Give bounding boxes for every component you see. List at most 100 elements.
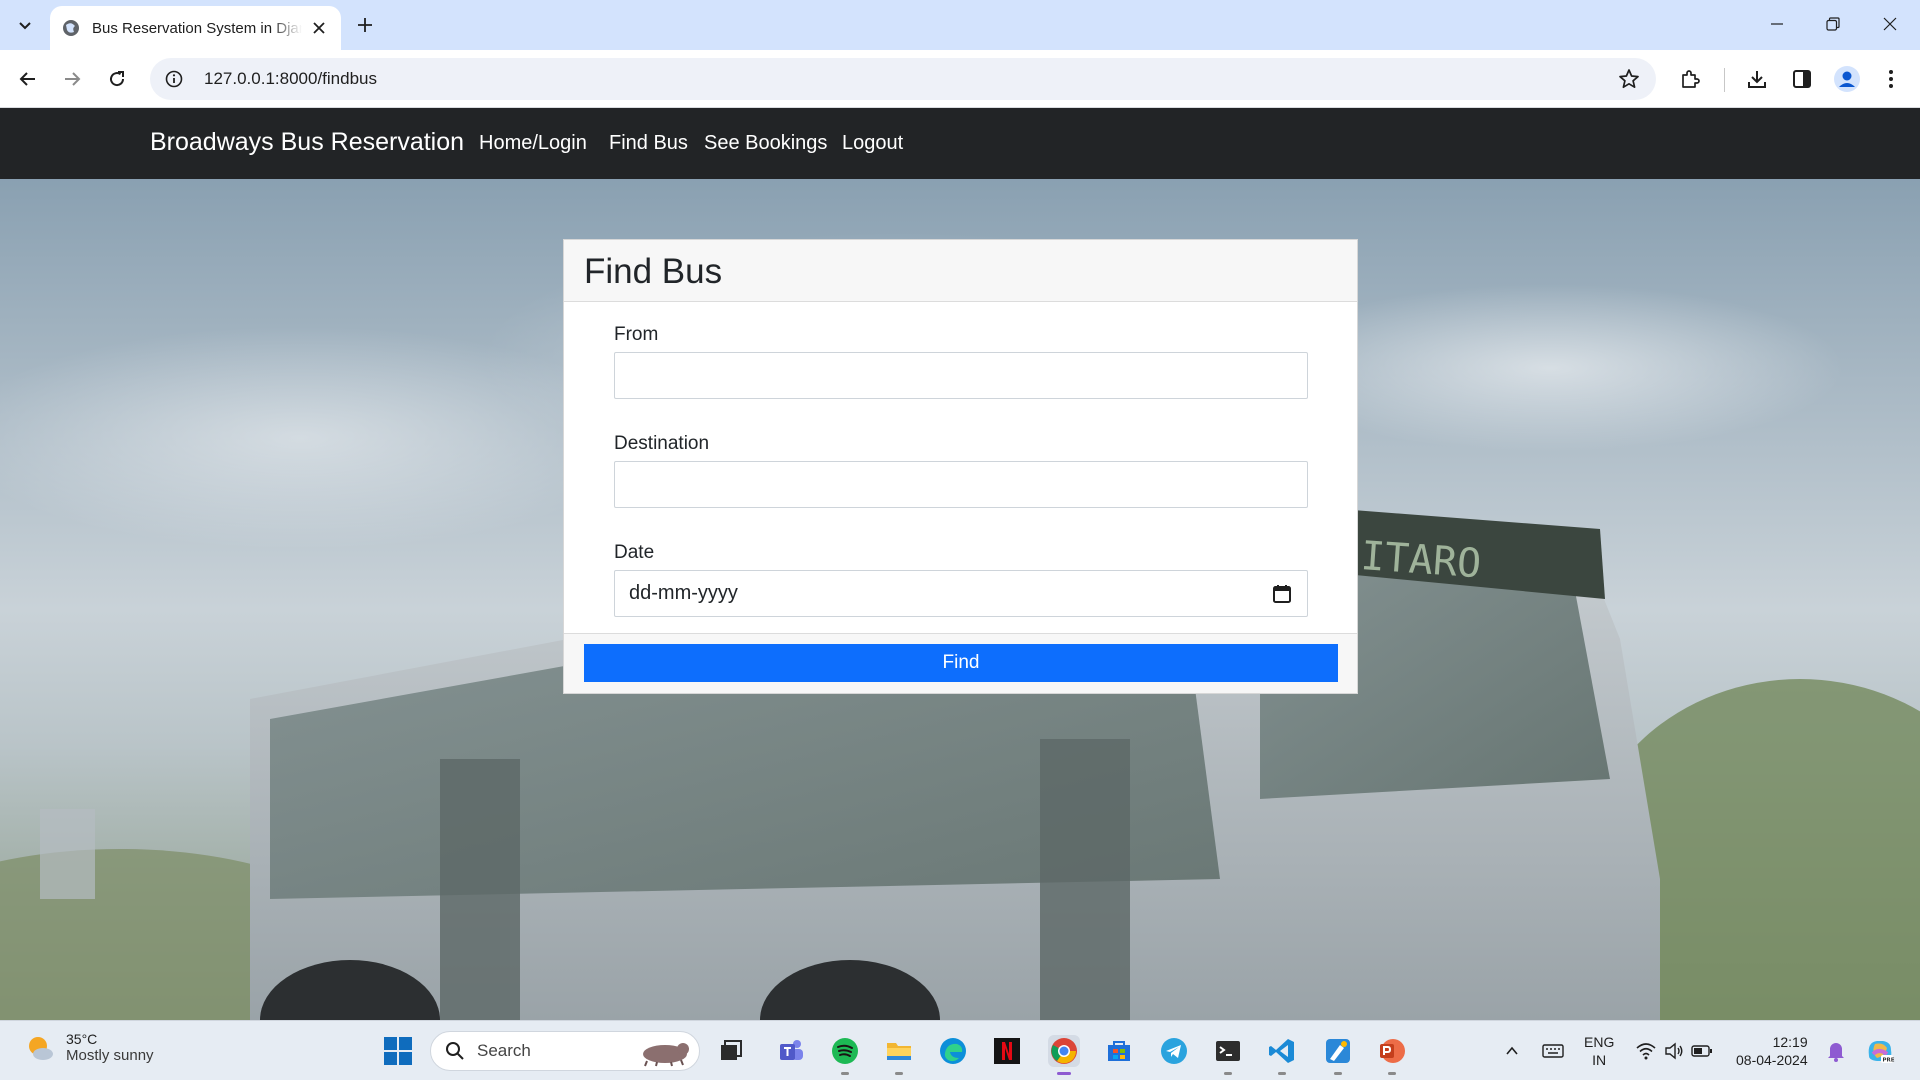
find-bus-form: From Destination Date dd-mm-yyyy [564,302,1357,633]
minimize-icon [1771,23,1783,25]
taskbar-search[interactable]: Search [430,1031,700,1071]
speaker-icon [1665,1042,1683,1060]
svg-text:ITARO: ITARO [1359,533,1482,587]
store-icon [1108,1041,1130,1061]
running-indicator [895,1072,903,1075]
close-window-button[interactable] [1868,8,1912,40]
side-panel-button[interactable] [1787,64,1817,94]
calendar-icon[interactable] [1271,583,1293,605]
language-indicator[interactable]: ENG IN [1584,1033,1614,1069]
vscode-icon [1269,1039,1294,1063]
site-navbar: Broadways Bus Reservation Home/Login Fin… [0,108,1920,179]
running-indicator [1278,1072,1286,1075]
running-indicator [1334,1072,1342,1075]
taskbar-file-explorer[interactable] [883,1035,915,1075]
tab-search-button[interactable] [8,10,42,40]
clock-time: 12:19 [1772,1034,1808,1050]
new-tab-button[interactable] [352,12,378,38]
region-code: IN [1592,1052,1607,1068]
windows-taskbar: 35°C Mostly sunny Search ENG IN 12:19 08… [0,1020,1920,1080]
tray-touch-keyboard[interactable] [1537,1035,1569,1067]
date-placeholder: dd-mm-yyyy [629,582,738,604]
restore-button[interactable] [1811,8,1855,40]
from-input[interactable] [614,352,1308,399]
taskbar-netflix[interactable] [991,1035,1023,1067]
taskbar-task-view[interactable] [715,1035,747,1067]
taskbar-teams[interactable] [775,1035,807,1067]
downloads-button[interactable] [1742,64,1772,94]
windows-start-icon[interactable] [382,1035,414,1067]
weather-description: Mostly sunny [66,1047,154,1064]
nav-link-logout[interactable]: Logout [842,132,903,155]
running-indicator [1224,1072,1232,1075]
navbar-brand[interactable]: Broadways Bus Reservation [150,128,464,157]
page-title: Find Bus [584,252,723,291]
date-label: Date [614,542,655,563]
nav-link-see-bookings[interactable]: See Bookings [704,132,827,155]
chevron-down-icon [19,22,31,30]
back-button[interactable] [13,64,43,94]
profile-avatar-icon [1834,66,1860,92]
date-input[interactable]: dd-mm-yyyy [614,570,1308,617]
browser-tab-active[interactable]: Bus Reservation System in Django [50,6,341,50]
chevron-up-icon [1506,1046,1518,1055]
restore-icon [1826,17,1840,31]
taskbar-paint[interactable] [1322,1035,1354,1075]
taskbar-chrome[interactable] [1048,1035,1080,1075]
language-code: ENG [1584,1034,1615,1050]
nav-link-find-bus[interactable]: Find Bus [609,132,688,155]
telegram-icon [1161,1038,1187,1064]
tray-notifications[interactable] [1820,1035,1852,1067]
sun-cloud-icon [29,1036,53,1060]
powerpoint-icon [1380,1039,1405,1063]
address-bar[interactable]: 127.0.0.1:8000/findbus [150,58,1656,100]
wifi-icon [1636,1043,1656,1060]
weather-temperature: 35°C [66,1031,98,1047]
edge-icon [940,1038,966,1064]
bookmark-star-icon[interactable] [1618,68,1640,90]
arrow-right-icon [65,72,81,86]
nav-link-home-login[interactable]: Home/Login [479,132,587,155]
terminal-icon [1216,1041,1240,1061]
active-indicator [1057,1072,1071,1075]
reload-icon [110,71,125,87]
taskbar-vscode[interactable] [1266,1035,1298,1075]
taskbar-powerpoint[interactable] [1376,1035,1408,1075]
forward-button[interactable] [57,64,87,94]
browser-tabstrip: Bus Reservation System in Django [0,0,1920,50]
extensions-button[interactable] [1676,64,1706,94]
profile-button[interactable] [1832,64,1862,94]
browser-menu-button[interactable] [1876,64,1906,94]
download-icon [1748,71,1766,88]
taskbar-terminal[interactable] [1212,1035,1244,1075]
find-button[interactable]: Find [584,644,1338,682]
battery-icon [1691,1045,1712,1057]
destination-input[interactable] [614,461,1308,508]
chrome-icon [1051,1038,1077,1064]
search-placeholder: Search [477,1041,531,1060]
tray-copilot[interactable]: PRE [1864,1035,1896,1067]
folder-icon [887,1043,911,1060]
weather-widget[interactable]: 35°C Mostly sunny [24,1031,154,1064]
taskbar-store[interactable] [1103,1035,1135,1067]
url-text: 127.0.0.1:8000/findbus [204,69,377,88]
minimize-button[interactable] [1755,8,1799,40]
tray-battery[interactable] [1686,1035,1718,1067]
reload-button[interactable] [102,64,132,94]
tray-overflow-button[interactable] [1496,1035,1528,1067]
close-icon [1883,17,1897,31]
search-highlight-icon [643,1043,689,1067]
clock[interactable]: 12:19 08-04-2024 [1736,1033,1808,1069]
taskbar-spotify[interactable] [829,1035,861,1075]
card-header: Find Bus [564,240,1357,302]
site-info-icon[interactable] [164,69,184,89]
bell-icon [1828,1043,1844,1062]
tab-close-button[interactable] [309,18,329,38]
taskbar-telegram[interactable] [1158,1035,1190,1067]
taskbar-edge[interactable] [937,1035,969,1067]
svg-text:PRE: PRE [1883,1058,1895,1064]
copilot-icon: PRE [1868,1041,1895,1064]
arrow-left-icon [19,72,35,86]
running-indicator [841,1072,849,1075]
plus-icon [358,18,372,32]
